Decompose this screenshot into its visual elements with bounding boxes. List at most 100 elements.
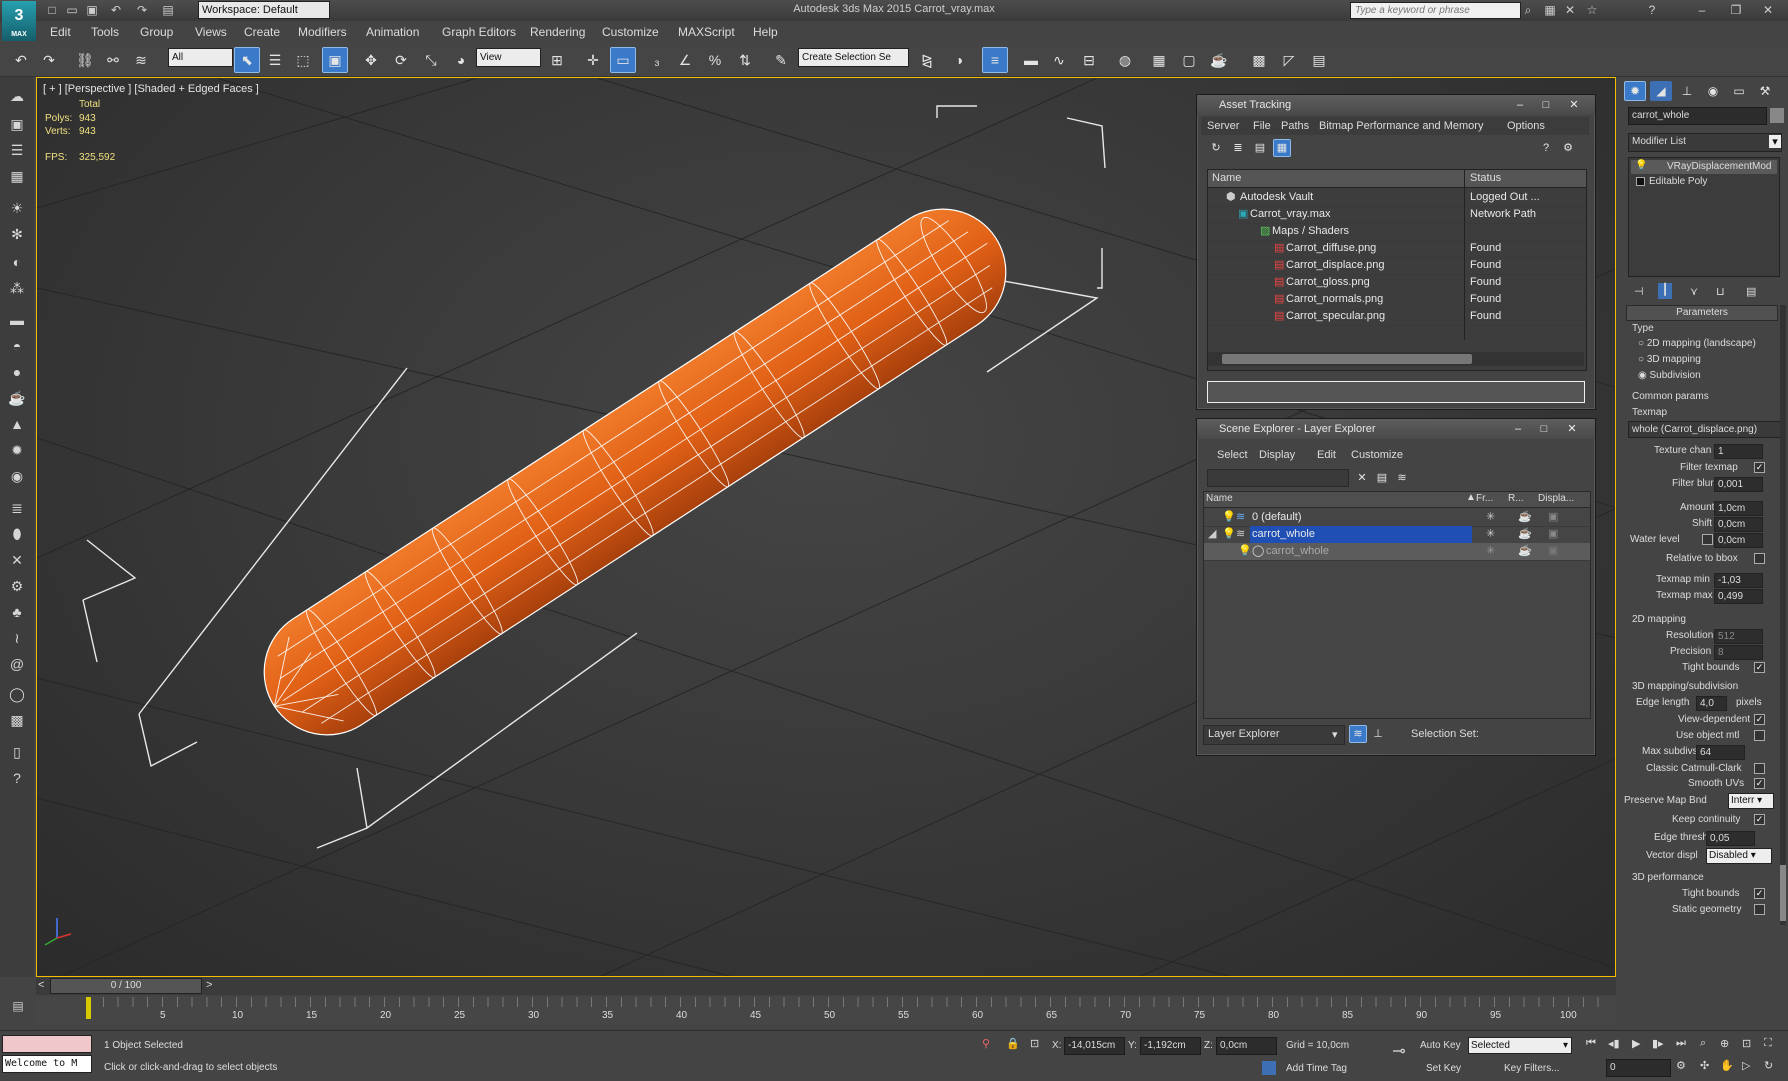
- menu-bitmap-performance[interactable]: Bitmap Performance and Memory: [1319, 120, 1483, 132]
- motion-tab-icon[interactable]: ◉: [1702, 81, 1724, 101]
- remove-modifier-icon[interactable]: ⊔: [1716, 285, 1725, 298]
- layer-explorer-icon[interactable]: ≡: [982, 47, 1008, 73]
- filter-texmap-checkbox[interactable]: ✓: [1754, 462, 1765, 473]
- menu-views[interactable]: Views: [195, 25, 227, 39]
- display-icon[interactable]: ▣: [1548, 526, 1558, 543]
- time-config-icon[interactable]: ⚙: [1676, 1059, 1686, 1072]
- display-tab-icon[interactable]: ▭: [1728, 81, 1750, 101]
- pin-stack-icon[interactable]: ⊣: [1634, 285, 1644, 298]
- object-color-swatch[interactable]: [1770, 108, 1784, 123]
- amount-spinner[interactable]: 1,0cm: [1714, 501, 1763, 516]
- next-key-icon[interactable]: ▮▸: [1652, 1037, 1664, 1050]
- snaps-toggle-icon[interactable]: ₃: [644, 47, 670, 73]
- time-slider-thumb[interactable]: 0 / 100: [50, 978, 202, 994]
- vector-displ-dropdown[interactable]: Disabled ▾: [1706, 848, 1772, 864]
- scrollbar-thumb[interactable]: [1222, 354, 1472, 364]
- menu-maxscript[interactable]: MAXScript: [678, 25, 735, 39]
- settings-icon[interactable]: ⚙: [1559, 139, 1577, 157]
- add-time-tag-label[interactable]: Add Time Tag: [1286, 1063, 1347, 1074]
- helper-icon[interactable]: ✻: [5, 223, 29, 245]
- help-icon[interactable]: ?: [1537, 139, 1555, 157]
- col-display-header[interactable]: Displa...: [1538, 493, 1574, 504]
- checker-icon[interactable]: ▩: [5, 709, 29, 731]
- minimize-icon[interactable]: –: [1507, 421, 1529, 437]
- tight-bounds-2d-checkbox[interactable]: ✓: [1754, 662, 1765, 673]
- disc-icon[interactable]: ◉: [5, 465, 29, 487]
- render-teapot-icon[interactable]: ☕: [1518, 509, 1532, 526]
- create-tab-icon[interactable]: ✹: [1624, 81, 1646, 101]
- percent-snap-icon[interactable]: %: [702, 47, 728, 73]
- align-icon[interactable]: ◑: [946, 47, 972, 73]
- maximize-window-icon[interactable]: ❐: [1728, 2, 1744, 18]
- camera-icon[interactable]: ◐: [5, 251, 29, 273]
- angle-snap-icon[interactable]: ∠: [672, 47, 698, 73]
- texmap-button[interactable]: whole (Carrot_displace.png): [1628, 421, 1783, 438]
- edge-length-spinner[interactable]: 4,0: [1696, 696, 1727, 711]
- light-icon[interactable]: ☀: [5, 197, 29, 219]
- plant-icon[interactable]: ♣: [5, 601, 29, 623]
- lightbulb-icon[interactable]: 💡: [1238, 543, 1252, 560]
- prev-key-icon[interactable]: ◂▮: [1608, 1037, 1620, 1050]
- render-teapot-icon[interactable]: ☕: [1518, 526, 1532, 543]
- y-coordinate-field[interactable]: -1,192cm: [1140, 1037, 1201, 1055]
- stack-item-vray-displacement[interactable]: 💡 VRayDisplacementMod: [1631, 160, 1777, 174]
- col-render-header[interactable]: R...: [1508, 493, 1524, 504]
- freeze-icon[interactable]: ✳: [1486, 526, 1495, 543]
- goto-start-icon[interactable]: ⏮: [1586, 1037, 1596, 1050]
- lock-selection-icon[interactable]: 🔒: [1006, 1037, 1020, 1050]
- asset-path-field[interactable]: [1207, 381, 1585, 403]
- catmull-clark-checkbox[interactable]: [1754, 763, 1765, 774]
- menu-file[interactable]: File: [1253, 120, 1271, 132]
- rendered-frame-window-icon[interactable]: ▢: [1176, 47, 1202, 73]
- viewport-layout-icon[interactable]: ☁: [5, 85, 29, 107]
- shading-sphere-icon[interactable]: ◯: [5, 683, 29, 705]
- clear-find-icon[interactable]: ✕: [1353, 469, 1371, 487]
- static-geometry-checkbox[interactable]: [1754, 904, 1765, 915]
- object-name-field[interactable]: carrot_whole: [1628, 107, 1767, 125]
- sphere-icon[interactable]: ●: [5, 361, 29, 383]
- close-icon[interactable]: ✕: [1563, 97, 1585, 113]
- sun-icon[interactable]: ✹: [5, 439, 29, 461]
- spiral-icon[interactable]: @: [5, 653, 29, 675]
- shift-spinner[interactable]: 0,0cm: [1714, 517, 1763, 532]
- auto-key-button[interactable]: Auto Key: [1420, 1040, 1461, 1051]
- freeze-icon[interactable]: ✳: [1486, 509, 1495, 526]
- info-icon[interactable]: ?: [5, 767, 29, 789]
- mini-curve-editor-icon[interactable]: ▤: [8, 999, 28, 1017]
- edit-named-selection-icon[interactable]: ✎: [768, 47, 794, 73]
- layer-row[interactable]: 💡 ◯ carrot_whole ✳ ☕ ▣: [1204, 543, 1590, 561]
- texmap-max-spinner[interactable]: 0,499: [1714, 589, 1763, 604]
- table-row[interactable]: ▤ Carrot_displace.png Found: [1208, 257, 1586, 275]
- edge-thresh-spinner[interactable]: 0,05: [1706, 831, 1755, 846]
- menu-display[interactable]: Display: [1259, 449, 1295, 461]
- redo-icon[interactable]: ↷: [36, 47, 62, 73]
- prev-frame-arrow-icon[interactable]: <: [38, 979, 44, 991]
- layer-row[interactable]: 💡 ≋ 0 (default) ✳ ☕ ▣: [1204, 509, 1590, 527]
- render-checker-icon[interactable]: ▩: [1246, 47, 1272, 73]
- radio-3d-mapping[interactable]: ○ 3D mapping: [1638, 354, 1701, 365]
- view-dependent-checkbox[interactable]: ✓: [1754, 714, 1765, 725]
- menu-edit[interactable]: Edit: [50, 25, 71, 39]
- stack-item-editable-poly[interactable]: Editable Poly: [1631, 175, 1777, 189]
- keyboard-shortcut-override-icon[interactable]: ▭: [610, 47, 636, 73]
- filter-blur-spinner[interactable]: 0,001: [1714, 477, 1763, 492]
- menu-paths[interactable]: Paths: [1281, 120, 1309, 132]
- communication-icon[interactable]: ✕: [1562, 2, 1578, 18]
- particles-icon[interactable]: ⁂: [5, 277, 29, 299]
- minimize-icon[interactable]: –: [1509, 97, 1531, 113]
- key-set-dropdown[interactable]: Selected ▾: [1468, 1037, 1572, 1054]
- zoom-extents-icon[interactable]: ⊡: [1742, 1037, 1751, 1050]
- subscription-icon[interactable]: ▦: [1542, 2, 1558, 18]
- freeze-icon[interactable]: ✳: [1486, 543, 1495, 560]
- teapot-icon[interactable]: ☕: [5, 387, 29, 409]
- orbit-icon[interactable]: ✣: [1700, 1059, 1709, 1072]
- undo-icon[interactable]: ↶: [8, 47, 34, 73]
- table-row[interactable]: ▤ Carrot_diffuse.png Found: [1208, 240, 1586, 258]
- col-status-header[interactable]: Status: [1470, 172, 1501, 184]
- maxscript-mini-listener[interactable]: Welcome to M: [2, 1055, 92, 1073]
- next-frame-arrow-icon[interactable]: >: [206, 979, 212, 991]
- list-icon[interactable]: ☰: [5, 139, 29, 161]
- tree-view-icon[interactable]: ▤: [1251, 139, 1269, 157]
- menu-options[interactable]: Options: [1507, 120, 1545, 132]
- table-row[interactable]: ▤ Carrot_normals.png Found: [1208, 291, 1586, 309]
